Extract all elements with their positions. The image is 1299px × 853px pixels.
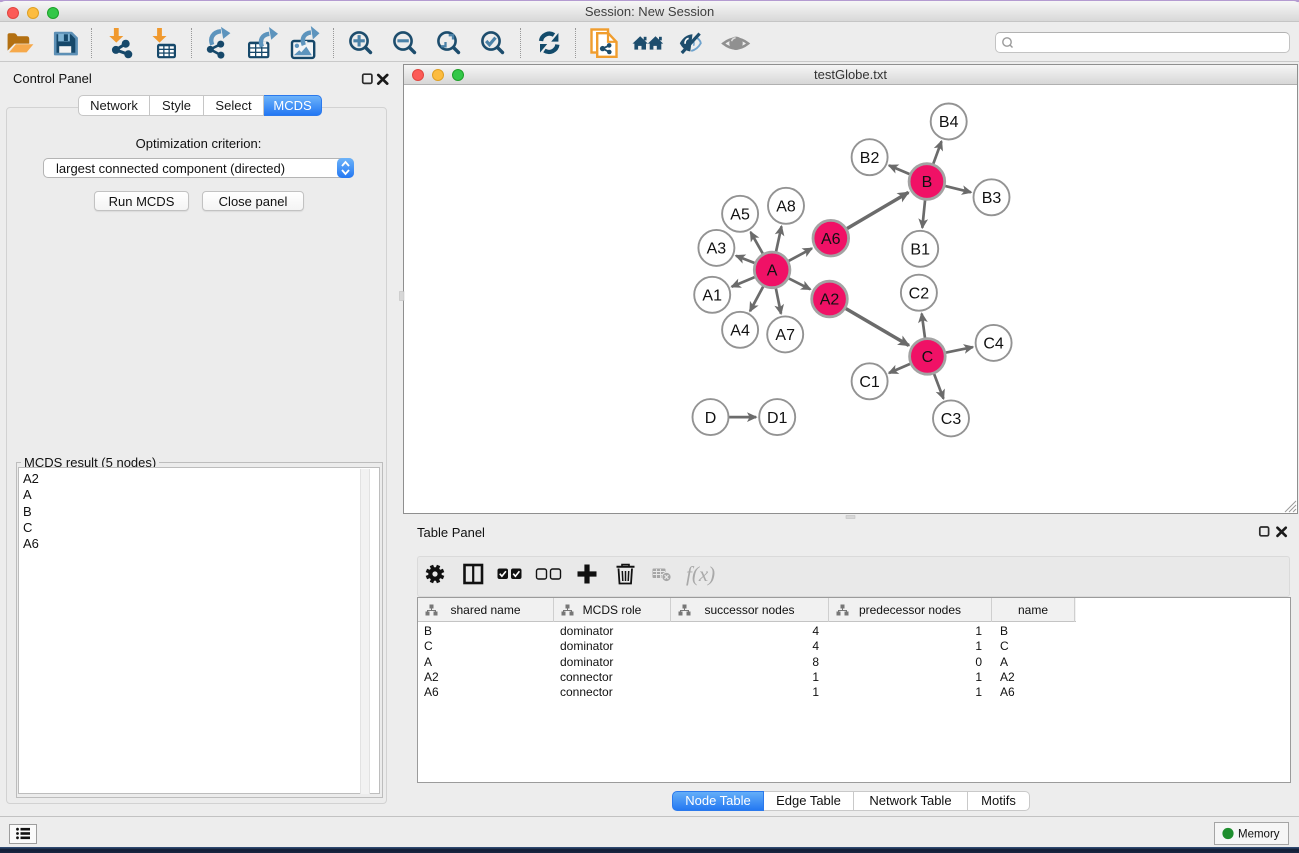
svg-text:B4: B4 — [939, 114, 959, 131]
svg-text:C4: C4 — [983, 336, 1004, 353]
svg-text:B2: B2 — [860, 150, 880, 167]
svg-text:Memory: Memory — [1238, 829, 1280, 841]
svg-text:C1: C1 — [859, 374, 880, 391]
svg-text:A5: A5 — [730, 207, 750, 224]
svg-text:A4: A4 — [730, 323, 750, 340]
svg-text:A2: A2 — [820, 292, 840, 309]
svg-text:A: A — [767, 263, 778, 280]
svg-text:B: B — [922, 174, 933, 191]
svg-text:C3: C3 — [941, 411, 962, 428]
svg-text:D: D — [705, 410, 717, 427]
svg-text:B3: B3 — [982, 190, 1002, 207]
svg-text:A6: A6 — [821, 231, 841, 248]
svg-text:A7: A7 — [775, 327, 795, 344]
svg-text:C: C — [922, 349, 934, 366]
svg-text:A8: A8 — [776, 199, 796, 216]
svg-text:C2: C2 — [909, 285, 930, 302]
svg-text:f(x): f(x) — [686, 562, 715, 586]
svg-text:A3: A3 — [707, 241, 727, 258]
svg-text:B1: B1 — [910, 242, 930, 259]
svg-text:D1: D1 — [767, 410, 788, 427]
svg-text:A1: A1 — [702, 288, 722, 305]
